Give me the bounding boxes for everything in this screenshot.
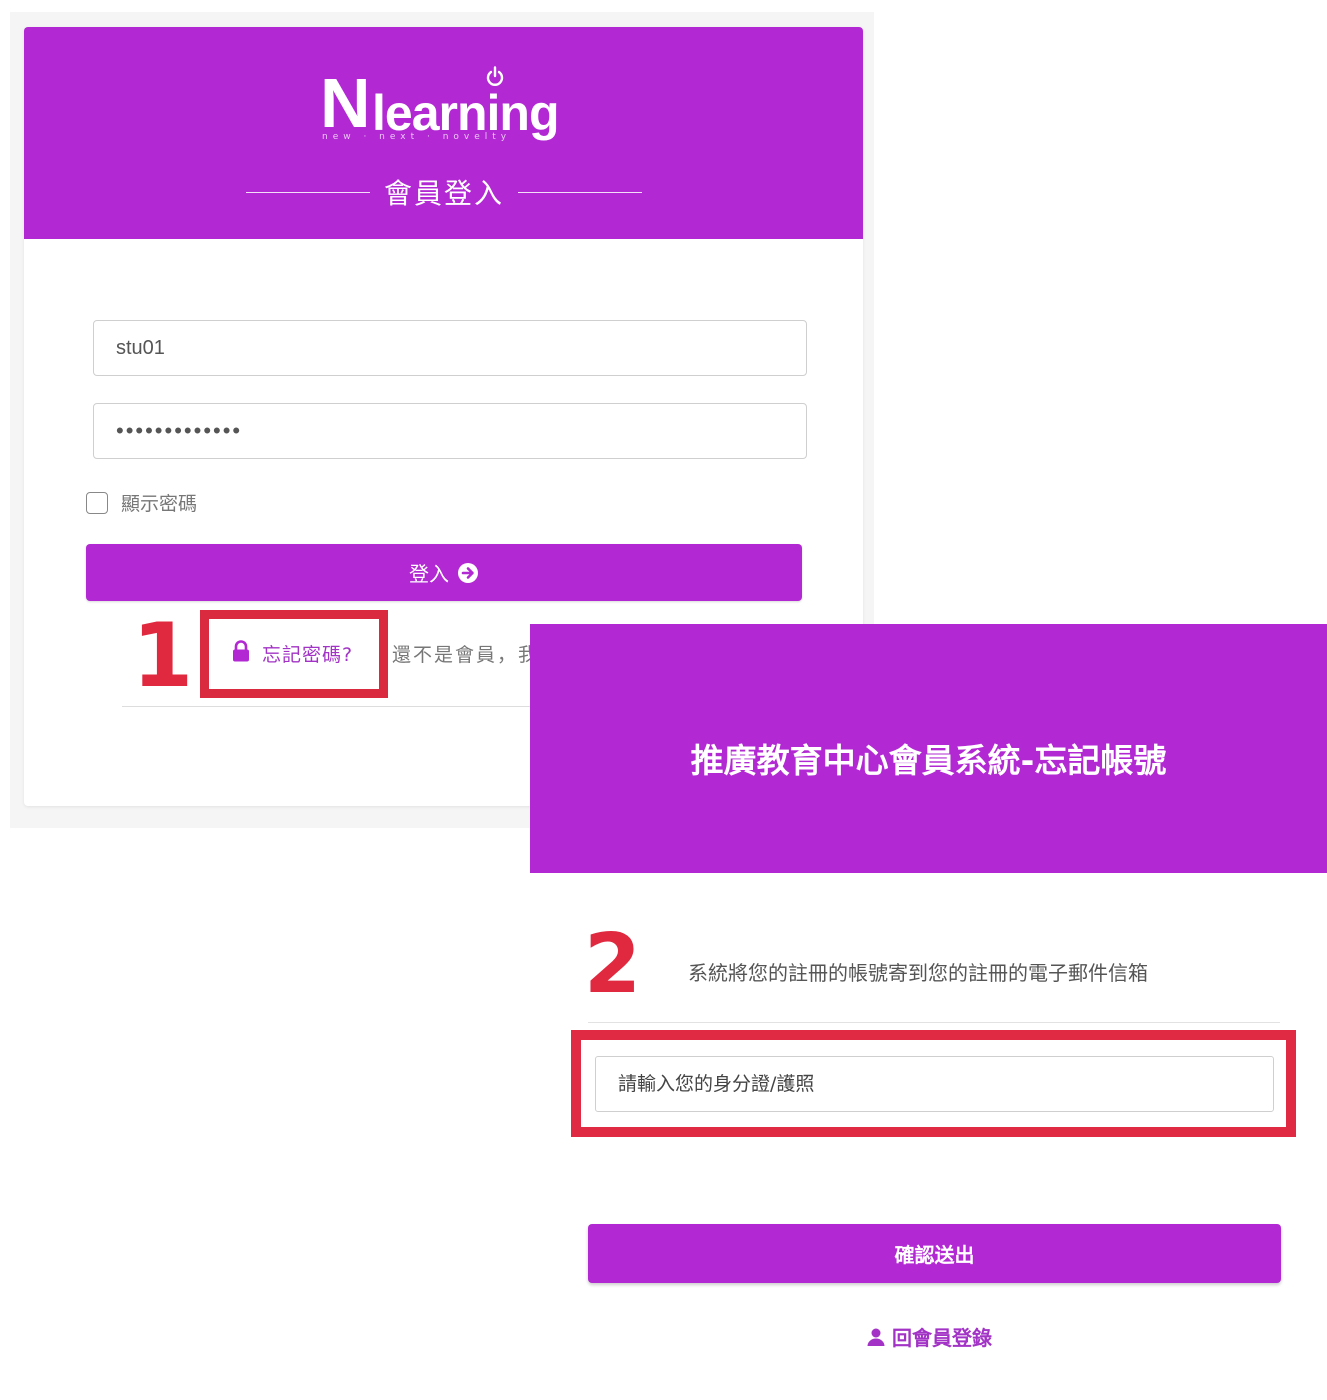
username-input[interactable] bbox=[93, 320, 807, 376]
submit-button[interactable]: 確認送出 bbox=[588, 1224, 1281, 1283]
back-to-login-link[interactable]: 回會員登錄 bbox=[866, 1322, 992, 1351]
show-password-checkbox[interactable] bbox=[86, 491, 108, 514]
user-icon bbox=[866, 1327, 886, 1347]
title-line-right bbox=[518, 191, 643, 193]
step-2-marker: 2 bbox=[584, 917, 642, 1012]
show-password-toggle[interactable]: 顯示密碼 bbox=[86, 489, 197, 516]
login-button-label: 登入 bbox=[409, 562, 449, 586]
highlight-box-step2 bbox=[571, 1030, 1296, 1137]
power-icon bbox=[486, 66, 504, 86]
highlight-box-step1 bbox=[200, 610, 388, 698]
submit-button-label: 確認送出 bbox=[894, 1243, 975, 1267]
nlearning-logo: N learning new · next · novelty bbox=[320, 62, 570, 152]
back-to-login-label[interactable]: 回會員登錄 bbox=[892, 1322, 992, 1351]
show-password-label: 顯示密碼 bbox=[121, 493, 198, 515]
title-line-left bbox=[246, 191, 370, 193]
not-member-text: 還不是會員，我 bbox=[392, 644, 540, 666]
logo-letter: N bbox=[320, 64, 371, 142]
logo-tagline: new · next · novelty bbox=[322, 132, 512, 142]
login-title: 會員登入 bbox=[384, 177, 505, 210]
password-input[interactable] bbox=[93, 403, 807, 459]
forgot-account-description: 系統將您的註冊的帳號寄到您的註冊的電子郵件信箱 bbox=[688, 961, 1148, 985]
forgot-divider bbox=[588, 1022, 1280, 1023]
arrow-circle-right-icon bbox=[457, 562, 479, 584]
login-title-row: 會員登入 bbox=[246, 172, 643, 212]
forgot-account-title: 推廣教育中心會員系統-忘記帳號 bbox=[690, 741, 1167, 780]
login-button[interactable]: 登入 bbox=[86, 544, 802, 601]
step-1-marker: 1 bbox=[132, 604, 194, 707]
